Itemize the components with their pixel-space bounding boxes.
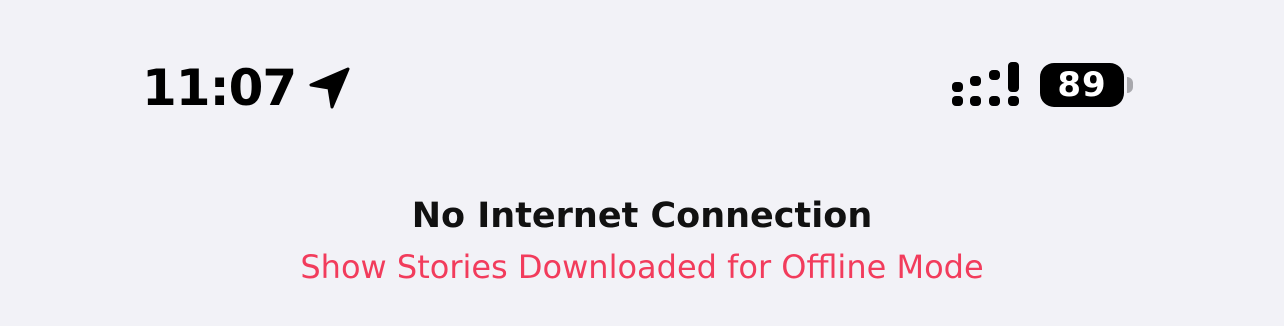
time-group: 11:07 bbox=[142, 58, 352, 118]
show-offline-stories-link[interactable]: Show Stories Downloaded for Offline Mode bbox=[0, 242, 1284, 292]
location-arrow-icon bbox=[309, 67, 350, 109]
status-time: 11:07 bbox=[142, 59, 297, 117]
no-connection-title: No Internet Connection bbox=[411, 196, 873, 236]
cellular-signal-icon bbox=[952, 62, 1019, 106]
offline-banner: No Internet Connection Show Stories Down… bbox=[0, 190, 1284, 292]
status-bar: 11:07 89 bbox=[0, 0, 1284, 130]
battery-icon: 89 bbox=[1040, 63, 1136, 107]
battery-cap bbox=[1127, 77, 1133, 93]
battery-level: 89 bbox=[1057, 65, 1107, 105]
battery-body: 89 bbox=[1040, 63, 1124, 107]
